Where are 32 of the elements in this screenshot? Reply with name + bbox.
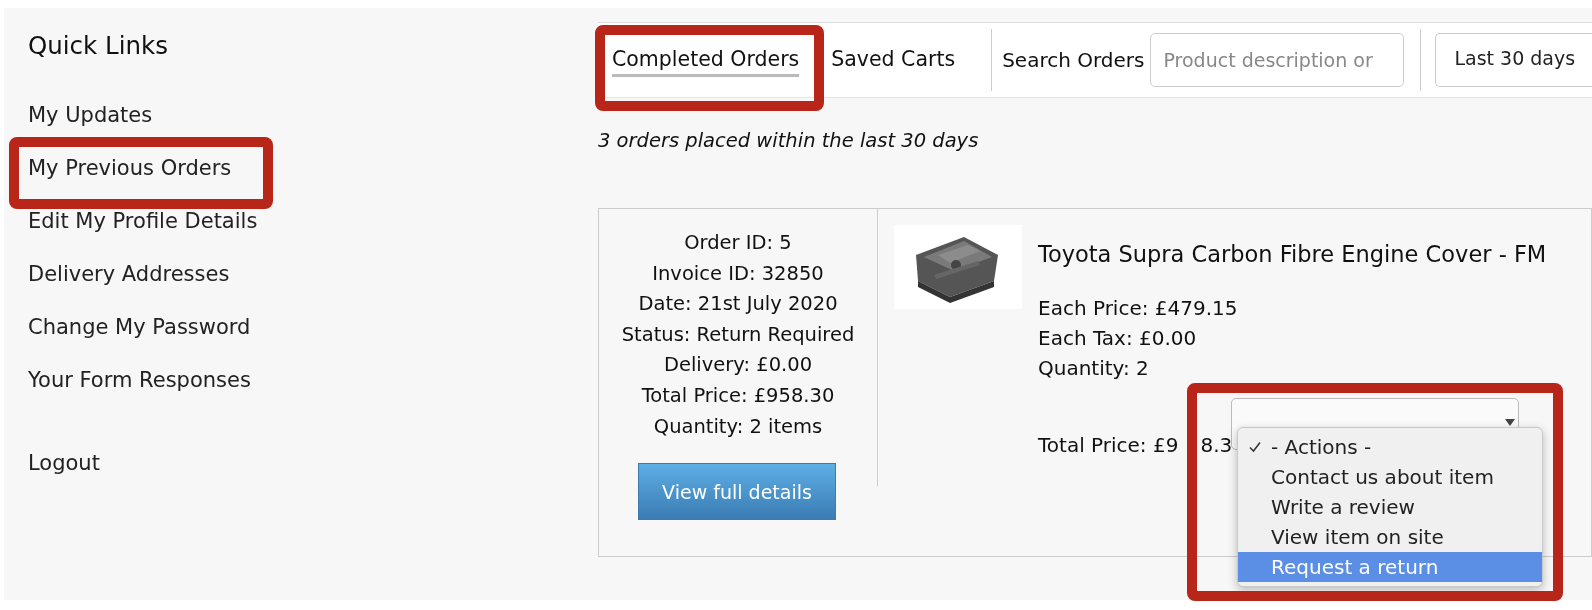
order-detail: Quantity: 2 items — [652, 413, 824, 440]
sidebar-link[interactable]: My Previous Orders — [28, 155, 232, 182]
sidebar-link[interactable]: My Updates — [28, 102, 153, 129]
item-total-text: 8.3 — [1200, 433, 1233, 457]
orders-tab[interactable]: Saved Carts — [831, 43, 956, 77]
sidebar-title: Quick Links — [28, 30, 169, 62]
order-detail: Status: Return Required — [620, 321, 856, 348]
search-label: Search Orders — [1002, 48, 1145, 72]
order-detail: Invoice ID: 32850 — [651, 260, 825, 287]
orders-tab[interactable]: Completed Orders — [612, 43, 800, 77]
orders-summary: 3 orders placed within the last 30 days — [598, 128, 980, 154]
logout-link[interactable]: Logout — [28, 450, 100, 477]
order-detail: Order ID: 5 — [683, 230, 793, 256]
order-detail: Date: 21st July 2020 — [637, 291, 839, 318]
order-detail: Total Price: £958.30 — [640, 382, 836, 409]
sidebar-link[interactable]: Your Form Responses — [28, 367, 251, 394]
order-detail: Delivery: £0.00 — [662, 352, 814, 379]
menu-option[interactable]: Write a review — [1238, 492, 1542, 522]
item-total-text: Total Price: £9 — [1038, 433, 1179, 457]
item-detail: Each Price: £479.15 — [1038, 295, 1239, 322]
product-title: Toyota Supra Carbon Fibre Engine Cover - FM — [1038, 241, 1547, 267]
item-detail: Quantity: 2 — [1038, 355, 1150, 382]
menu-option[interactable]: - Actions - — [1238, 432, 1542, 462]
menu-option[interactable]: View item on site — [1238, 522, 1542, 552]
date-range-select[interactable]: Last 30 days — [1435, 33, 1592, 87]
menu-option[interactable]: Contact us about item — [1238, 462, 1542, 492]
sidebar-link[interactable]: Delivery Addresses — [28, 261, 230, 288]
item-detail: Each Tax: £0.00 — [1038, 325, 1198, 352]
checkmark-icon — [1248, 440, 1261, 453]
search-field[interactable]: Product description or — [1150, 33, 1405, 87]
sidebar-link[interactable]: Edit My Profile Details — [28, 208, 258, 235]
sidebar-link[interactable]: Change My Password — [28, 314, 251, 341]
